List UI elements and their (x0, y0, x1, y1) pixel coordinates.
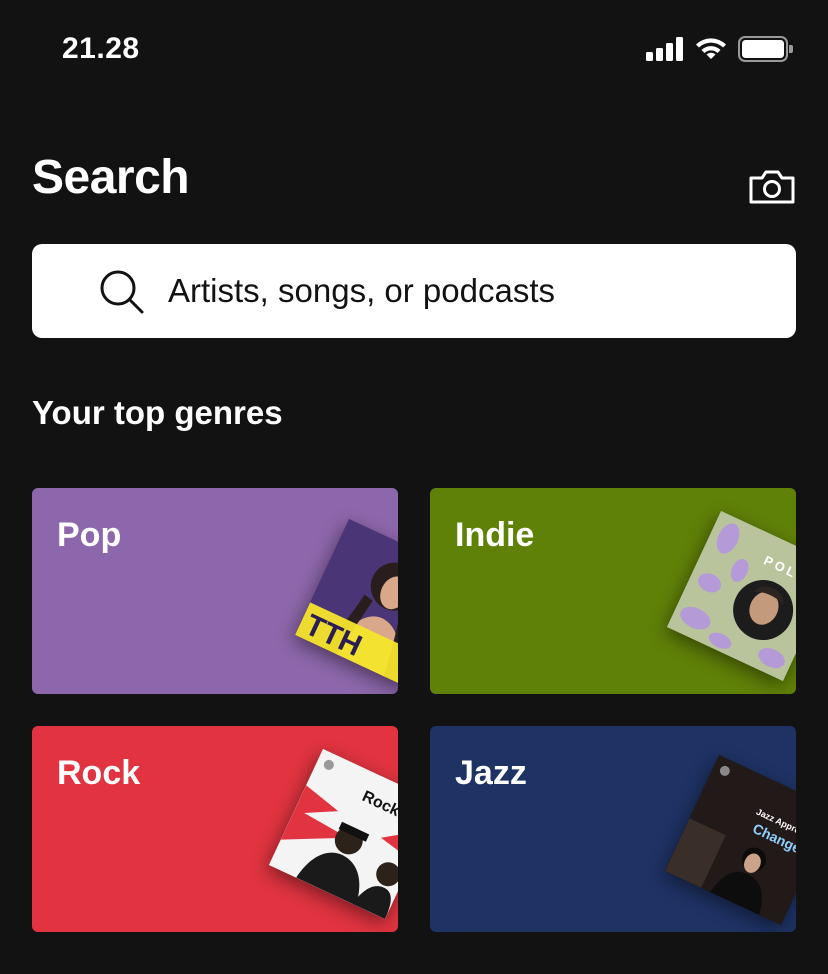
genre-label: Rock (57, 754, 141, 792)
genre-card-jazz[interactable]: Jazz Jazz Apprec Change (430, 726, 796, 932)
section-title: Your top genres (32, 394, 283, 431)
genre-label: Pop (57, 516, 122, 554)
genre-label: Indie (455, 516, 535, 554)
genre-card-indie[interactable]: Indie POLLEN (430, 488, 796, 694)
status-bar: 21.28 (0, 0, 828, 100)
pop-cover-art: TTH (294, 518, 398, 690)
indie-cover-art: POLLEN (666, 510, 796, 682)
page-title: Search (32, 151, 190, 204)
cellular-signal-icon (646, 37, 683, 61)
pop-cover-graphic: TTH (294, 518, 398, 690)
jazz-cover-graphic: Jazz Apprec Change (664, 754, 796, 926)
indie-cover-graphic: POLLEN (666, 510, 796, 682)
wifi-icon (696, 38, 726, 59)
search-input[interactable]: Artists, songs, or podcasts (32, 244, 796, 338)
genre-label: Jazz (455, 754, 527, 792)
battery-icon (738, 36, 793, 62)
status-time: 21.28 (62, 32, 140, 65)
genre-card-rock[interactable]: Rock Rock This (32, 726, 398, 932)
search-icon (100, 270, 144, 314)
search-placeholder: Artists, songs, or podcasts (168, 272, 555, 309)
rock-cover-graphic: Rock This (268, 748, 398, 920)
jazz-cover-art: Jazz Apprec Change (664, 754, 796, 926)
status-icons (646, 36, 794, 62)
camera-icon[interactable] (748, 168, 796, 206)
rock-cover-art: Rock This (268, 748, 398, 920)
genre-card-pop[interactable]: Pop TTH (32, 488, 398, 694)
